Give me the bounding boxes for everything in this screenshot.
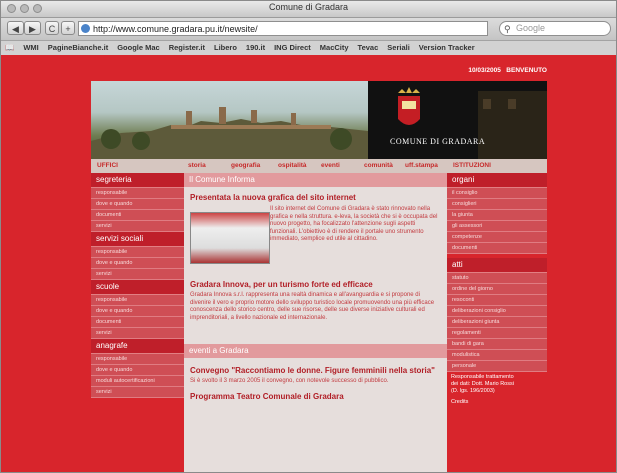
web-page: 10/03/2005 BENVENUTO COMUNE DI GRADARA U… [1,55,616,472]
window-title: Comune di Gradara [268,2,349,12]
back-button[interactable]: ◀ [7,21,24,35]
bookmarks-book-icon[interactable]: 📖 [5,41,14,55]
sidebar-link[interactable]: personale [447,361,547,372]
nav-storia[interactable]: storia [188,162,206,169]
sidebar-link[interactable]: dove e quando [91,199,184,210]
nav-uffici: UFFICI [97,162,118,169]
sidebar-link[interactable]: la giunta [447,210,547,221]
right-sidebar: organi il consiglio consiglieri la giunt… [447,173,547,408]
sidebar-link[interactable]: ordine del giorno [447,284,547,295]
privacy-note: Responsabile trattamento dei dati: Dott.… [447,372,547,408]
search-placeholder: Google [516,23,546,33]
bookmark-item[interactable]: Seriali [387,41,410,55]
sidebar-link[interactable]: deliberazioni consiglio [447,306,547,317]
bookmark-item[interactable]: Tevac [358,41,379,55]
address-bar[interactable]: http://www.comune.gradara.pu.it/newsite/ [78,21,488,36]
left-sidebar: segreteria responsabile dove e quando do… [91,173,184,398]
event-title[interactable]: Programma Teatro Comunale di Gradara [184,392,447,402]
nav-comunita[interactable]: comunità [364,162,393,169]
sidebar-link[interactable]: responsabile [91,188,184,199]
search-field[interactable]: ⚲ Google [499,21,611,36]
sidebar-section-segreteria[interactable]: segreteria [91,173,184,188]
news-title[interactable]: Presentata la nuova grafica del sito int… [184,193,447,203]
nav-istituzioni: ISTITUZIONI [453,162,491,169]
gradara-panorama-image [91,81,368,159]
top-info-bar: 10/03/2005 BENVENUTO [91,67,547,81]
sidebar-link[interactable]: gli assessori [447,221,547,232]
current-date: 10/03/2005 [468,67,501,74]
sidebar-link[interactable]: servizi [91,221,184,232]
bookmark-item[interactable]: Google Mac [117,41,160,55]
section-header-comune-informa: Il Comune Informa [184,173,447,187]
sidebar-link[interactable]: documenti [91,210,184,221]
add-bookmark-button[interactable]: + [61,21,75,35]
main-content: Il Comune Informa Presentata la nuova gr… [184,173,447,472]
nav-ospitalita[interactable]: ospitalità [278,162,307,169]
sidebar-section-atti[interactable]: atti [447,258,547,273]
sidebar-link[interactable]: regolamenti [447,328,547,339]
sidebar-link[interactable]: responsabile [91,295,184,306]
sidebar-link[interactable]: servizi [91,269,184,280]
search-icon: ⚲ [504,24,511,34]
bookmark-item[interactable]: Libero [214,41,237,55]
browser-toolbar: ◀ ▶ C + http://www.comune.gradara.pu.it/… [1,18,616,41]
site-banner: COMUNE DI GRADARA [91,81,547,159]
nav-geografia[interactable]: geografia [231,162,260,169]
sidebar-link[interactable]: documenti [447,243,547,254]
credits-link[interactable]: Credits [451,399,543,406]
sidebar-section-organi[interactable]: organi [447,173,547,188]
website-screenshot-thumbnail[interactable] [190,212,270,264]
news-title[interactable]: Gradara Innova, per un turismo forte ed … [184,280,447,290]
sidebar-link[interactable]: moduli autocertificazioni [91,376,184,387]
bookmark-item[interactable]: 190.it [246,41,265,55]
nav-uff-stampa[interactable]: uff.stampa [405,162,438,169]
bookmark-item[interactable]: ING Direct [274,41,311,55]
sidebar-link[interactable]: dove e quando [91,258,184,269]
globe-icon [81,24,90,33]
bookmark-item[interactable]: WMI [23,41,38,55]
sidebar-link[interactable]: consiglieri [447,199,547,210]
sidebar-section-servizi-sociali[interactable]: servizi sociali [91,232,184,247]
news-body: Gradara Innova s.r.l. rappresenta una re… [190,292,435,321]
sidebar-link[interactable]: deliberazioni giunta [447,317,547,328]
section-header-eventi: eventi a Gradara [184,344,447,358]
bookmark-item[interactable]: Version Tracker [419,41,475,55]
sidebar-link[interactable]: documenti [91,317,184,328]
comune-logo-text: COMUNE DI GRADARA [390,137,486,146]
reload-button[interactable]: C [45,21,59,35]
comune-crest-panel: COMUNE DI GRADARA [368,81,547,159]
sidebar-link[interactable]: servizi [91,387,184,398]
sidebar-link[interactable]: resoconti [447,295,547,306]
news-body: Il sito internet del Comune di Gradara è… [270,206,438,242]
privacy-line: dei dati: Dott. Mario Rossi [451,381,514,387]
coat-of-arms-icon [398,96,420,125]
sidebar-link[interactable]: bandi di gara [447,339,547,350]
url-text: http://www.comune.gradara.pu.it/newsite/ [93,24,258,34]
sidebar-link[interactable]: responsabile [91,354,184,365]
sidebar-link[interactable]: il consiglio [447,188,547,199]
sidebar-link[interactable]: dove e quando [91,306,184,317]
privacy-line: Responsabile trattamento [451,374,514,380]
sidebar-link[interactable]: responsabile [91,247,184,258]
sidebar-section-anagrafe[interactable]: anagrafe [91,339,184,354]
bookmark-item[interactable]: MacCity [320,41,349,55]
sidebar-link[interactable]: competenze [447,232,547,243]
title-bar: Comune di Gradara [1,1,616,18]
sidebar-link[interactable]: modulistica [447,350,547,361]
forward-button[interactable]: ▶ [24,21,41,35]
sidebar-link[interactable]: dove e quando [91,365,184,376]
sidebar-link[interactable]: statuto [447,273,547,284]
nav-eventi[interactable]: eventi [321,162,340,169]
sidebar-section-scuole[interactable]: scuole [91,280,184,295]
event-body: Si è svolto il 3 marzo 2005 il convegno,… [190,378,389,384]
event-title[interactable]: Convegno "Raccontiamo le donne. Figure f… [184,366,447,376]
bookmark-item[interactable]: Register.it [169,41,205,55]
bookmark-item[interactable]: PagineBianche.it [48,41,108,55]
main-nav: UFFICI storia geografia ospitalità event… [91,159,547,173]
welcome-text: BENVENUTO [506,67,547,74]
sidebar-link[interactable]: servizi [91,328,184,339]
bookmarks-bar: 📖 WMI PagineBianche.it Google Mac Regist… [1,41,616,56]
privacy-line: (D. lgs. 196/2003) [451,388,495,394]
browser-window: Comune di Gradara ◀ ▶ C + http://www.com… [0,0,617,473]
